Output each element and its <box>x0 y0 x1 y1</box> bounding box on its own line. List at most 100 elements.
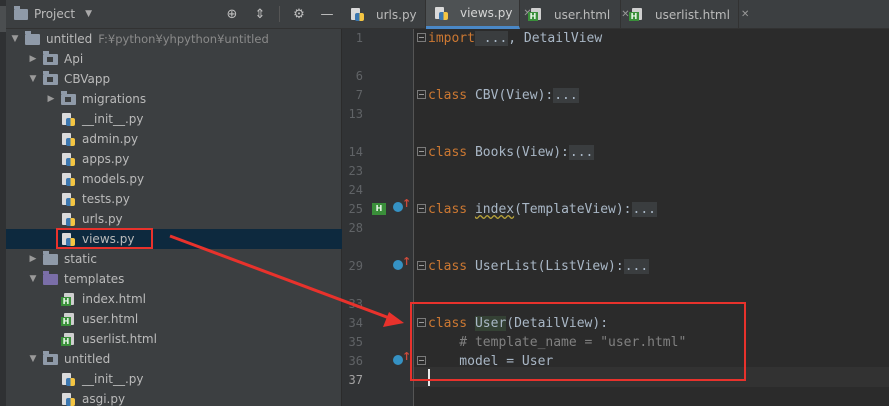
tree-item-label: urls.py <box>82 212 123 226</box>
tab-label: user.html <box>554 7 611 22</box>
python-file-icon <box>61 392 76 406</box>
html-template-gutter-icon[interactable]: H <box>372 203 386 215</box>
tab-user-html[interactable]: user.html ✕ <box>520 0 630 29</box>
folded-region[interactable]: ... <box>568 145 595 160</box>
tree-item-label: userlist.html <box>82 332 157 346</box>
tab-label: urls.py <box>376 7 417 22</box>
project-panel-header: Project ▼ ⊕ ⇕ ⚙ — <box>6 0 342 29</box>
folded-region[interactable]: ... <box>553 88 579 103</box>
project-title: Project <box>34 7 76 21</box>
line-number: 33 <box>348 297 363 311</box>
project-folder-icon <box>14 5 28 20</box>
chevron-down-icon[interactable]: ▼ <box>28 74 38 84</box>
python-file-icon <box>61 112 76 126</box>
tree-item-label: models.py <box>82 172 145 186</box>
tree-item-label: __init__.py <box>82 372 144 386</box>
tree-item-migrations[interactable]: ▶ migrations <box>6 89 342 109</box>
code-line-29: class UserList(ListView):... <box>428 257 650 276</box>
tree-item-label: Api <box>64 52 84 66</box>
override-marker-icon[interactable] <box>393 255 411 270</box>
line-number: 25 <box>348 202 363 216</box>
gear-icon[interactable]: ⚙ <box>290 5 308 23</box>
tree-item-label: tests.py <box>82 192 130 206</box>
html-file-icon <box>61 312 76 326</box>
tree-item-cbvapp[interactable]: ▼ CBVapp <box>6 69 342 89</box>
tree-item-asgi-py[interactable]: asgi.py <box>6 389 342 406</box>
code-text: , DetailView <box>508 31 603 46</box>
tab-views-py[interactable]: views.py ✕ <box>426 0 532 29</box>
code-line-25: class index(TemplateView):... <box>428 200 657 219</box>
line-number: 24 <box>348 183 363 197</box>
tree-item-index-html[interactable]: index.html <box>6 289 342 309</box>
html-file-icon <box>61 292 76 306</box>
chevron-down-icon[interactable]: ▼ <box>28 354 38 364</box>
tree-item-admin-py[interactable]: admin.py <box>6 129 342 149</box>
folded-region[interactable]: ... <box>474 31 509 46</box>
tree-item-label: templates <box>64 272 125 286</box>
fold-icon[interactable] <box>417 33 426 42</box>
package-folder-icon <box>43 351 58 365</box>
code-line-1: import ..., DetailView <box>428 29 602 48</box>
tree-item-tests-py[interactable]: tests.py <box>6 189 342 209</box>
fold-icon[interactable] <box>417 261 426 270</box>
tab-urls-py[interactable]: urls.py ✕ <box>342 0 436 29</box>
tab-label: userlist.html <box>655 7 730 22</box>
folded-region[interactable]: ... <box>631 202 657 217</box>
tab-userlist-html[interactable]: userlist.html ✕ <box>621 0 749 29</box>
html-file-icon <box>629 8 644 21</box>
package-folder-icon <box>61 91 76 105</box>
chevron-down-icon: ▼ <box>85 9 92 19</box>
folder-icon <box>43 251 58 265</box>
tree-item-label: static <box>64 252 97 266</box>
keyword: class <box>428 88 468 103</box>
chevron-right-icon[interactable]: ▶ <box>28 254 38 264</box>
collapse-icon[interactable]: ⇕ <box>251 5 269 23</box>
tree-item-untitled-pkg[interactable]: ▼ untitled <box>6 349 342 369</box>
folded-region[interactable]: ... <box>623 259 650 274</box>
override-marker-icon[interactable] <box>393 350 411 365</box>
tree-item-api[interactable]: ▶ Api <box>6 49 342 69</box>
line-number: 34 <box>348 316 363 330</box>
project-path: F:¥python¥yhpython¥untitled <box>98 32 269 46</box>
chevron-right-icon[interactable]: ▶ <box>46 94 56 104</box>
fold-icon[interactable] <box>417 204 426 213</box>
tree-item-apps-py[interactable]: apps.py <box>6 149 342 169</box>
python-file-icon <box>61 132 76 146</box>
tree-item-label: untitled <box>64 352 111 366</box>
chevron-right-icon[interactable]: ▶ <box>28 54 38 64</box>
tree-item-label: __init__.py <box>82 112 144 126</box>
templates-folder-icon <box>43 271 58 285</box>
user-class-annotation-box <box>410 302 746 381</box>
tree-item-templates[interactable]: ▼ templates <box>6 269 342 289</box>
line-number: 35 <box>348 335 363 349</box>
project-tree: ▼ untitled F:¥python¥yhpython¥untitled ▶… <box>6 29 342 406</box>
tree-item-init-py-2[interactable]: __init__.py <box>6 369 342 389</box>
project-view-selector[interactable]: Project ▼ <box>14 5 92 21</box>
target-icon[interactable]: ⊕ <box>223 5 241 23</box>
tree-item-label: CBVapp <box>64 72 111 86</box>
line-number: 6 <box>355 69 363 83</box>
tree-item-user-html[interactable]: user.html <box>6 309 342 329</box>
minimize-icon[interactable]: — <box>318 5 336 23</box>
tree-item-init-py[interactable]: __init__.py <box>6 109 342 129</box>
python-file-icon <box>61 152 76 166</box>
line-number: 28 <box>348 221 363 235</box>
fold-icon[interactable] <box>417 147 426 156</box>
editor-gutter: 1 6 7 13 14 23 24 25 28 29 33 34 35 36 3… <box>342 29 414 406</box>
chevron-down-icon[interactable]: ▼ <box>10 34 20 44</box>
tree-item-untitled-root[interactable]: ▼ untitled F:¥python¥yhpython¥untitled <box>6 29 342 49</box>
fold-icon[interactable] <box>417 90 426 99</box>
tree-item-models-py[interactable]: models.py <box>6 169 342 189</box>
close-icon[interactable]: ✕ <box>741 9 749 20</box>
chevron-down-icon[interactable]: ▼ <box>28 274 38 284</box>
python-file-icon <box>61 372 76 386</box>
override-marker-icon[interactable] <box>393 197 411 212</box>
class-header: Books(View): <box>467 145 569 160</box>
python-file-icon <box>350 8 365 21</box>
tree-item-label: user.html <box>82 312 139 326</box>
class-header: UserList(ListView): <box>467 259 624 274</box>
tree-item-userlist-html[interactable]: userlist.html <box>6 329 342 349</box>
tree-item-static[interactable]: ▶ static <box>6 249 342 269</box>
tree-item-urls-py[interactable]: urls.py <box>6 209 342 229</box>
tree-item-label: index.html <box>82 292 146 306</box>
